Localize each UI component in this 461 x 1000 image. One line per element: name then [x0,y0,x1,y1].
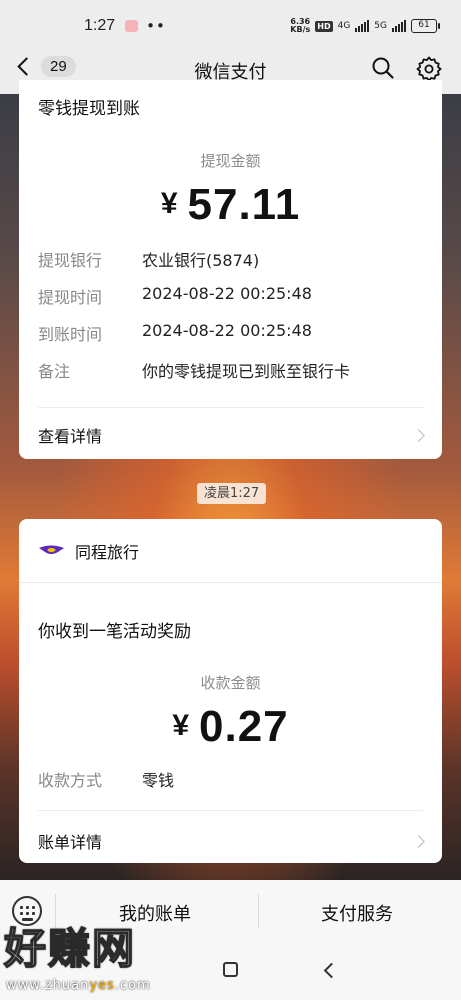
view-details-link[interactable]: 查看详情 [38,423,425,447]
amount-value: 0.27 [199,702,289,751]
keyboard-icon[interactable] [12,896,42,926]
detail-key: 提现银行 [38,251,103,270]
link-label: 查看详情 [38,427,103,446]
tab-separator [258,894,259,928]
signal-icon-2 [392,20,406,32]
detail-row-remark: 备注 你的零钱提现已到账至银行卡 [38,358,350,382]
tab-payment-services[interactable]: 支付服务 [321,900,393,926]
amount-label: 收款金额 [200,674,261,692]
currency-symbol: ¥ [160,187,178,220]
search-icon[interactable] [371,56,395,80]
reward-message: 你收到一笔活动奖励 [38,622,191,642]
network-label-1: 4G [337,21,351,31]
detail-row-arrival-time: 到账时间 2024-08-22 00:25:48 [38,321,312,345]
detail-key: 备注 [38,362,71,381]
signal-icon [355,20,370,32]
amount-value: 57.11 [187,180,301,229]
detail-row-method: 收款方式 零钱 [38,767,174,791]
tab-my-bills[interactable]: 我的账单 [119,900,191,926]
status-dots: •• [146,17,166,35]
net-speed: 6.36 KB/s [290,18,310,34]
bottom-menu-bar: 我的账单 支付服务 [0,880,461,1000]
chevron-left-icon [17,57,36,76]
detail-value: 你的零钱提现已到账至银行卡 [142,362,351,381]
detail-key: 到账时间 [38,325,103,344]
battery-icon: 61 [411,19,440,33]
withdrawal-notification-card: 零钱提现到账 提现金额 ¥57.11 提现银行 农业银行(5874) 提现时间 … [19,80,442,459]
status-indicators: 6.36 KB/s HD 4G 5G 61 [290,18,440,34]
amount-display: ¥57.11 [19,180,442,230]
card-title: 零钱提现到账 [38,99,140,119]
home-button-icon[interactable] [223,962,238,977]
detail-value: 2024-08-22 00:25:48 [142,321,312,340]
status-time: 1:27 [84,17,116,34]
detail-key: 提现时间 [38,288,103,307]
net-speed-unit: KB/s [290,25,311,34]
link-label: 账单详情 [38,833,103,852]
hd-badge: HD [315,20,333,32]
bill-details-link[interactable]: 账单详情 [38,829,425,853]
divider [38,810,423,811]
amount-label: 提现金额 [200,152,261,170]
detail-value: 零钱 [142,771,175,790]
detail-row-withdraw-time: 提现时间 2024-08-22 00:25:48 [38,284,312,308]
status-bar: 1:27 •• 6.36 KB/s HD 4G 5G 61 [0,0,461,52]
gear-icon[interactable] [416,55,442,81]
merchant-logo-icon [39,545,64,554]
message-timestamp: 凌晨1:27 [197,483,267,504]
unread-count-badge: 29 [41,56,76,77]
back-button[interactable]: 29 [14,56,76,77]
merchant-header[interactable]: 同程旅行 [38,539,139,563]
chevron-right-icon [412,428,425,442]
divider [19,582,442,583]
app-notification-icon [125,20,139,32]
detail-row-bank: 提现银行 农业银行(5874) [38,247,259,271]
reward-notification-card: 同程旅行 你收到一笔活动奖励 收款金额 ¥0.27 收款方式 零钱 账单详情 [19,519,442,863]
detail-key: 收款方式 [38,771,103,790]
chevron-right-icon [412,834,425,848]
currency-symbol: ¥ [172,709,190,742]
amount-display: ¥0.27 [19,702,442,752]
system-back-icon[interactable] [323,962,340,979]
detail-value: 农业银行(5874) [142,251,260,270]
merchant-name: 同程旅行 [75,543,140,562]
divider [38,407,423,408]
tab-separator [55,894,56,928]
network-label-2: 5G [374,21,387,31]
detail-value: 2024-08-22 00:25:48 [142,284,312,303]
